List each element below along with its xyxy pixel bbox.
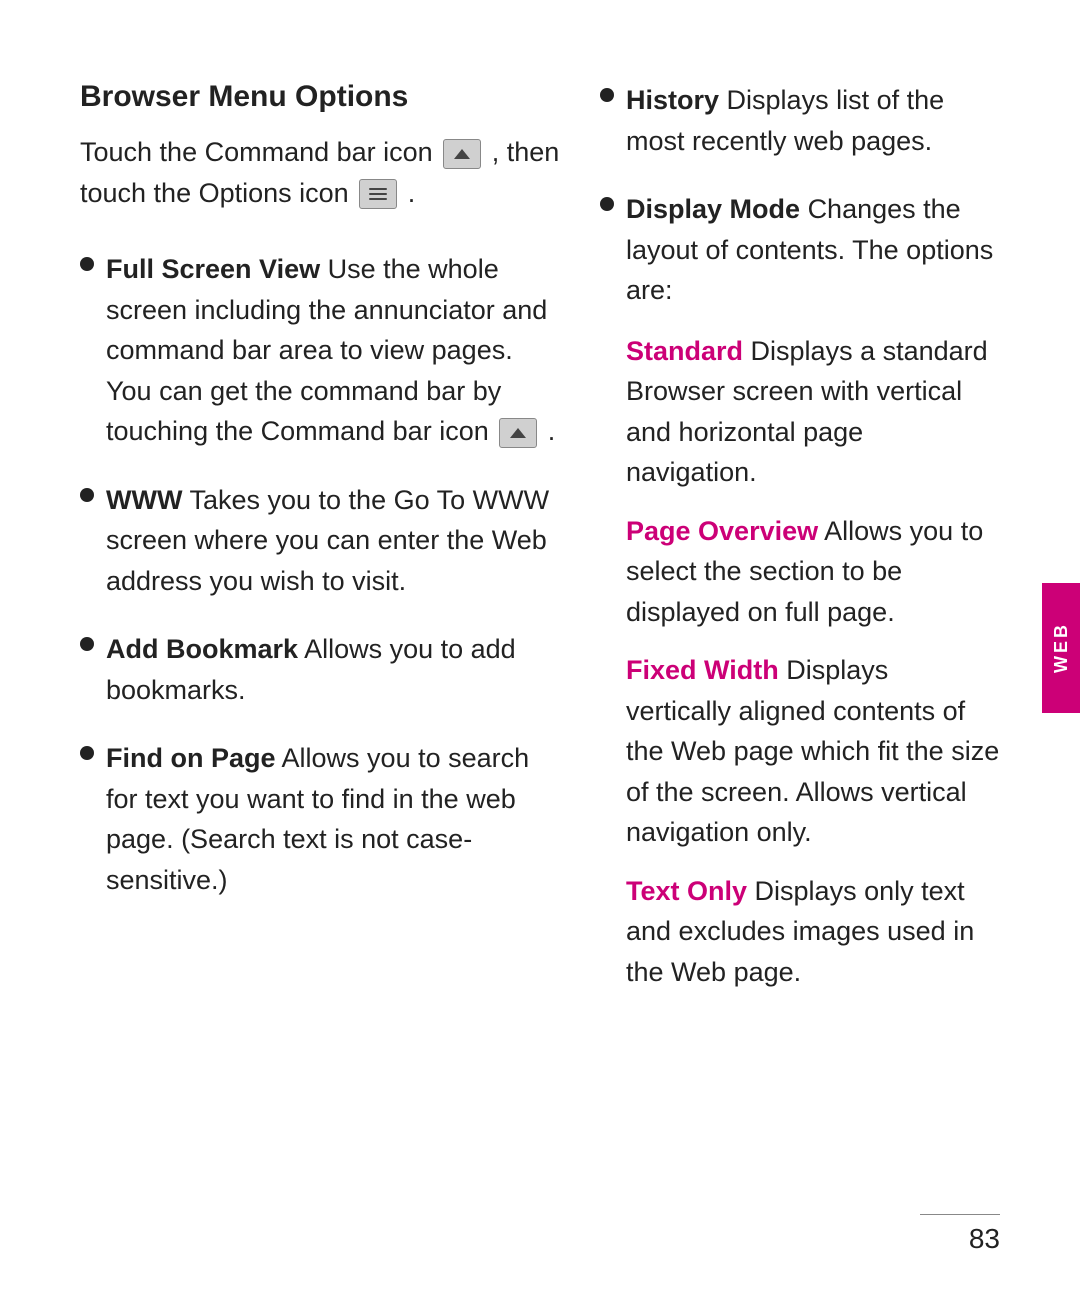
intro-line1: Touch the Command bar icon: [80, 137, 433, 167]
bullet-content-history: History Displays list of the most recent…: [626, 80, 1000, 161]
bullet-list-left: Full Screen View Use the whole screen in…: [80, 249, 560, 900]
up-arrow-icon-2: [510, 428, 526, 438]
bullet-item-find: Find on Page Allows you to search for te…: [80, 738, 560, 900]
bullet-item-history: History Displays list of the most recent…: [600, 80, 1000, 161]
bullet-content-www: WWW Takes you to the Go To WWW screen wh…: [106, 480, 560, 602]
bullet-title-www: WWW: [106, 485, 182, 515]
icon-line-3: [369, 198, 387, 200]
icon-line-2: [369, 193, 387, 195]
sub-option-pageoverview: Page Overview Allows you to select the s…: [626, 511, 1000, 633]
bullet-content-displaymode: Display Mode Changes the layout of conte…: [626, 189, 1000, 992]
intro-text: Touch the Command bar icon , then touch …: [80, 132, 560, 213]
bullet-dot-bookmark: [80, 637, 94, 651]
bullet-dot-displaymode: [600, 197, 614, 211]
bullet-item-bookmark: Add Bookmark Allows you to add bookmarks…: [80, 629, 560, 710]
sub-option-textonly: Text Only Displays only text and exclude…: [626, 871, 1000, 993]
page-number-area: 83: [920, 1214, 1000, 1255]
right-column: History Displays list of the most recent…: [600, 80, 1000, 1235]
bullet-title-fullscreen: Full Screen View: [106, 254, 320, 284]
sub-option-title-textonly: Text Only: [626, 876, 747, 906]
bullet-dot-history: [600, 88, 614, 102]
bullet-title-history: History: [626, 85, 719, 115]
bullet-title-bookmark: Add Bookmark: [106, 634, 298, 664]
bullet-item-www: WWW Takes you to the Go To WWW screen wh…: [80, 480, 560, 602]
up-arrow-icon: [454, 149, 470, 159]
sidebar-tab-text: WEB: [1051, 622, 1072, 673]
icon-line-1: [369, 188, 387, 190]
sub-option-title-standard: Standard: [626, 336, 743, 366]
sub-option-title-fixedwidth: Fixed Width: [626, 655, 779, 685]
bullet-content-fullscreen: Full Screen View Use the whole screen in…: [106, 249, 560, 452]
bullet-title-find: Find on Page: [106, 743, 276, 773]
section-title: Browser Menu Options: [80, 80, 560, 114]
sub-option-title-pageoverview: Page Overview: [626, 516, 818, 546]
bullet-content-bookmark: Add Bookmark Allows you to add bookmarks…: [106, 629, 560, 710]
bullet-dot-www: [80, 488, 94, 502]
bullet-end-dot: .: [548, 416, 556, 446]
sidebar-tab: WEB: [1042, 583, 1080, 713]
command-bar-icon-2: [499, 418, 537, 448]
sub-options: Standard Displays a standard Browser scr…: [626, 331, 1000, 993]
bullet-dot-find: [80, 746, 94, 760]
bullet-content-find: Find on Page Allows you to search for te…: [106, 738, 560, 900]
intro-dot: .: [408, 178, 416, 208]
options-icon: [359, 179, 397, 209]
sub-option-fixedwidth: Fixed Width Displays vertically aligned …: [626, 650, 1000, 853]
bullet-title-displaymode: Display Mode: [626, 194, 800, 224]
left-column: Browser Menu Options Touch the Command b…: [80, 80, 560, 1235]
bullet-dot-fullscreen: [80, 257, 94, 271]
command-bar-icon: [443, 139, 481, 169]
page-divider: [920, 1214, 1000, 1215]
bullet-item-displaymode: Display Mode Changes the layout of conte…: [600, 189, 1000, 992]
bullet-item-fullscreen: Full Screen View Use the whole screen in…: [80, 249, 560, 452]
sub-option-standard: Standard Displays a standard Browser scr…: [626, 331, 1000, 493]
lines-icon: [369, 188, 387, 200]
page-number: 83: [969, 1223, 1000, 1255]
page-content: Browser Menu Options Touch the Command b…: [0, 0, 1080, 1295]
